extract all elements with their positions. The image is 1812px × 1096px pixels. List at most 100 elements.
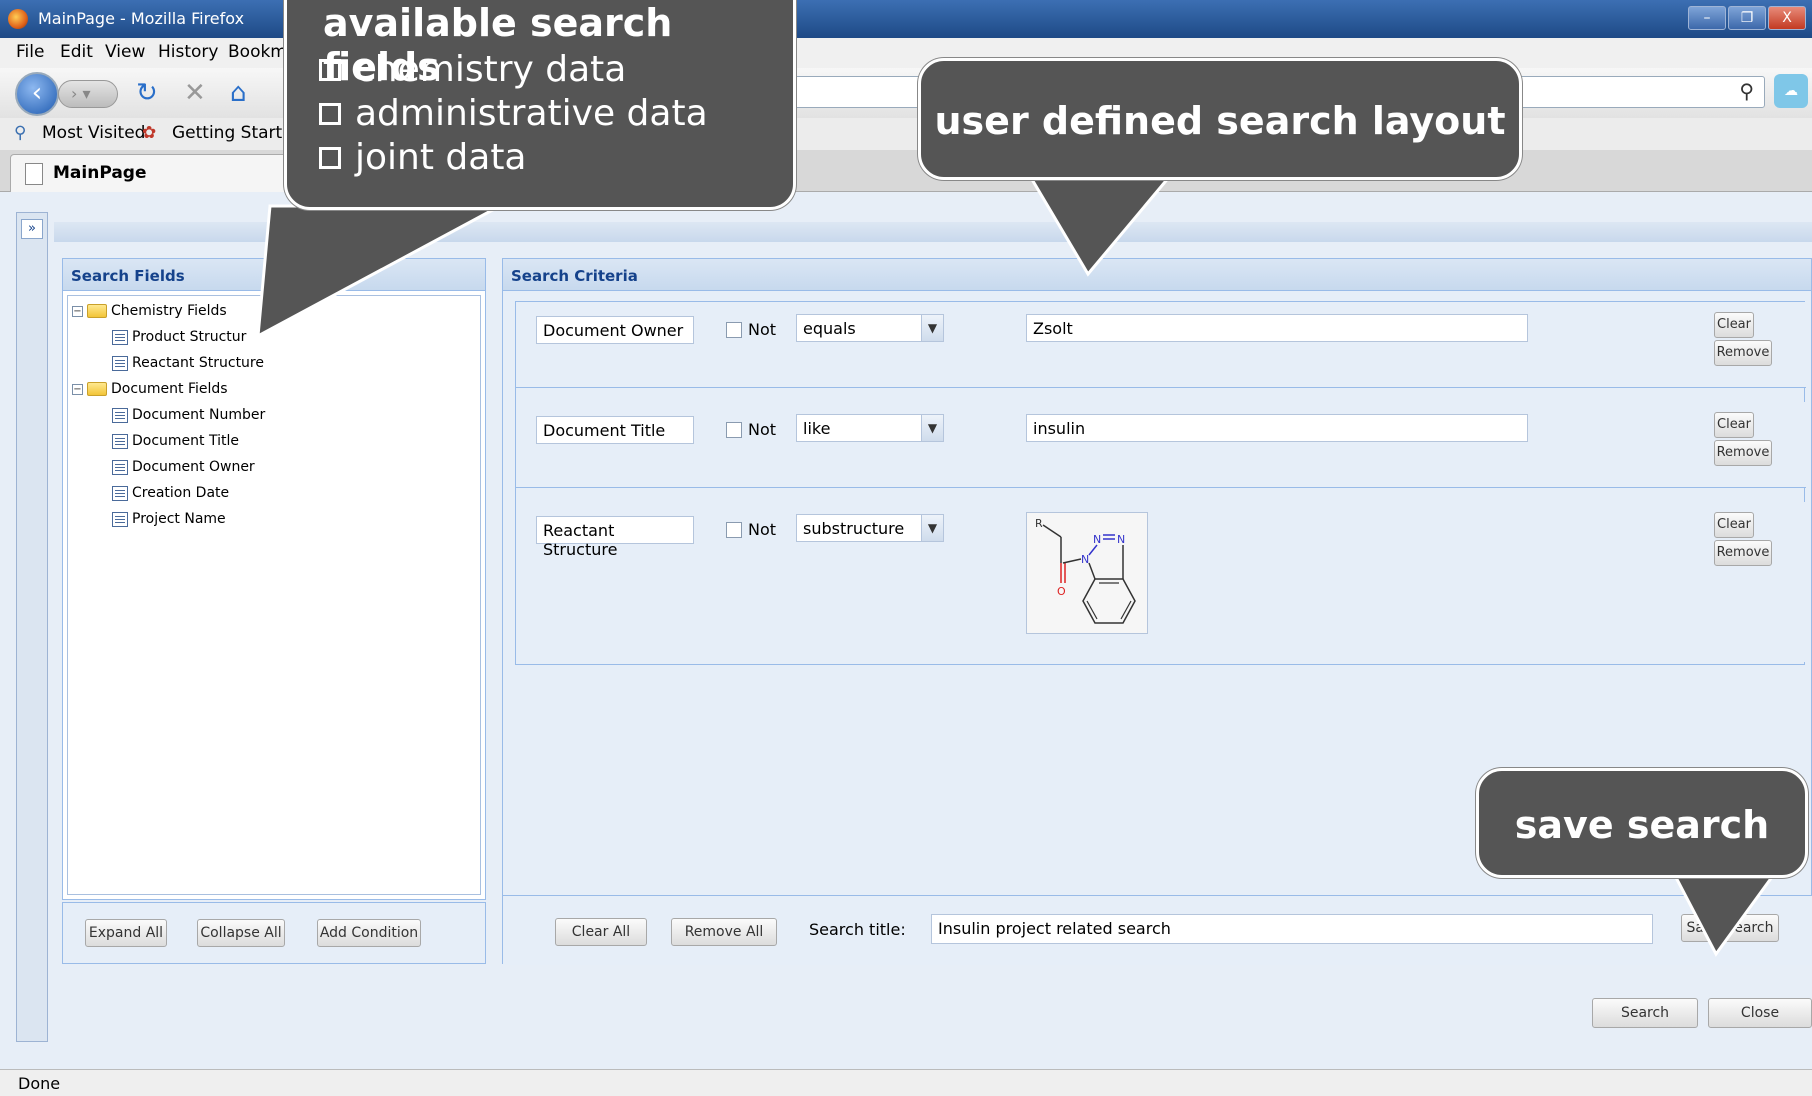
search-fields-tree: − Chemistry Fields Product Structur Reac… — [67, 295, 481, 895]
callout-search-fields: available search fields chemistry data a… — [284, 0, 796, 210]
restore-button[interactable]: ❐ — [1728, 6, 1766, 30]
search-title-input[interactable]: Insulin project related search — [931, 914, 1653, 944]
not-checkbox[interactable] — [726, 521, 742, 538]
tree-node-document-fields[interactable]: − Document Fields — [72, 378, 228, 400]
clear-button[interactable]: Clear — [1714, 312, 1754, 338]
menu-file[interactable]: File — [16, 42, 44, 62]
remove-button[interactable]: Remove — [1714, 340, 1772, 366]
search-button[interactable]: Search — [1592, 998, 1698, 1028]
tab-title: MainPage — [53, 163, 147, 183]
tree-leaf-label: Document Title — [132, 433, 239, 449]
field-icon — [112, 485, 128, 501]
structure-atom-n: N — [1117, 533, 1125, 546]
structure-atom-o: O — [1057, 585, 1066, 598]
criteria-list: Document Owner Not equals ▼ Zsolt Clear … — [515, 301, 1806, 665]
tree-leaf-reactant-structure[interactable]: Reactant Structure — [112, 352, 264, 374]
tree-node-label: Document Fields — [111, 381, 228, 397]
field-icon — [112, 407, 128, 423]
reactant-structure-image: R O N N N — [1035, 517, 1136, 624]
criteria-row: Reactant Structure Not substructure ▼ R — [516, 502, 1806, 662]
callout-search-layout: user defined search layout — [918, 58, 1522, 180]
clear-button[interactable]: Clear — [1714, 512, 1754, 538]
callout-save-search: save search — [1476, 768, 1808, 878]
remove-button[interactable]: Remove — [1714, 440, 1772, 466]
close-button[interactable]: Close — [1708, 998, 1812, 1028]
menu-history[interactable]: History — [158, 42, 218, 62]
callout-fields-pointer — [256, 204, 501, 339]
tree-leaf-label: Reactant Structure — [132, 355, 264, 371]
tree-leaf-label: Document Number — [132, 407, 266, 423]
not-checkbox-wrap[interactable]: Not — [726, 520, 776, 539]
operator-value: substructure — [803, 519, 905, 538]
callout-item-label: chemistry data — [355, 49, 627, 90]
bookmark-getting-started[interactable]: Getting Startec — [172, 123, 302, 143]
close-window-button[interactable]: X — [1768, 6, 1806, 30]
tree-node-chemistry-fields[interactable]: − Chemistry Fields — [72, 300, 227, 322]
menu-bookmarks[interactable]: Bookm — [228, 42, 287, 62]
collapse-toggle-icon[interactable]: − — [72, 383, 83, 395]
not-checkbox[interactable] — [726, 321, 742, 338]
collapsed-side-panel: » — [16, 212, 48, 1042]
bookmark-most-visited[interactable]: Most Visited — [42, 123, 145, 143]
callout-item-chemistry: chemistry data — [319, 49, 626, 90]
callout-save-text: save search — [1514, 803, 1770, 847]
field-icon — [112, 511, 128, 527]
criteria-row: Document Owner Not equals ▼ Zsolt Clear … — [516, 302, 1806, 388]
chevron-down-icon[interactable]: ▼ — [921, 315, 943, 341]
tab-mainpage[interactable]: MainPage — [10, 154, 310, 192]
search-icon[interactable]: ⚲ — [1739, 79, 1754, 103]
callout-item-joint: joint data — [319, 137, 527, 178]
operator-select[interactable]: equals ▼ — [796, 314, 944, 342]
remove-button[interactable]: Remove — [1714, 540, 1772, 566]
minimize-button[interactable]: – — [1688, 6, 1726, 30]
tree-leaf-project-name[interactable]: Project Name — [112, 508, 226, 530]
chevron-down-icon[interactable]: ▼ — [921, 515, 943, 541]
checkbox-square-icon — [319, 58, 341, 81]
tree-leaf-document-number[interactable]: Document Number — [112, 404, 265, 426]
criteria-value-input[interactable]: Zsolt — [1026, 314, 1528, 342]
add-condition-button[interactable]: Add Condition — [317, 919, 421, 947]
structure-drawing[interactable]: R O N N N — [1026, 512, 1148, 634]
chevron-down-icon[interactable]: ▼ — [921, 415, 943, 441]
callout-item-label: joint data — [355, 137, 527, 178]
structure-atom-n: N — [1093, 533, 1101, 546]
tree-leaf-product-structure[interactable]: Product Structur — [112, 326, 246, 348]
not-checkbox-wrap[interactable]: Not — [726, 420, 776, 439]
home-icon[interactable]: ⌂ — [230, 78, 247, 108]
structure-atom-r: R — [1035, 517, 1043, 530]
tree-leaf-document-owner[interactable]: Document Owner — [112, 456, 255, 478]
callout-layout-pointer — [1027, 174, 1174, 277]
collapse-toggle-icon[interactable]: − — [72, 305, 83, 317]
forward-button[interactable]: › ▾ — [58, 80, 118, 108]
operator-select[interactable]: substructure ▼ — [796, 514, 944, 542]
browser-window: MainPage - Mozilla Firefox – ❐ X File Ed… — [0, 0, 1812, 1096]
criteria-value-input[interactable]: insulin — [1026, 414, 1528, 442]
callout-item-label: administrative data — [355, 93, 708, 134]
expand-panel-icon[interactable]: » — [21, 219, 43, 239]
not-checkbox-wrap[interactable]: Not — [726, 320, 776, 339]
reload-icon[interactable]: ↻ — [136, 78, 158, 108]
collapse-all-button[interactable]: Collapse All — [197, 919, 285, 947]
tree-leaf-label: Project Name — [132, 511, 226, 527]
window-controls: – ❐ X — [1688, 6, 1806, 30]
addon-icon[interactable]: ☁ — [1774, 74, 1808, 108]
search-title-label: Search title: — [809, 920, 906, 939]
menu-view[interactable]: View — [105, 42, 145, 62]
not-label: Not — [748, 320, 777, 339]
folder-icon — [87, 304, 107, 318]
structure-atom-n: N — [1081, 553, 1089, 566]
expand-all-button[interactable]: Expand All — [85, 919, 167, 947]
tree-leaf-creation-date[interactable]: Creation Date — [112, 482, 229, 504]
back-button[interactable]: ‹ — [15, 72, 59, 116]
page-icon — [25, 163, 43, 185]
operator-select[interactable]: like ▼ — [796, 414, 944, 442]
remove-all-button[interactable]: Remove All — [671, 918, 777, 946]
tree-leaf-document-title[interactable]: Document Title — [112, 430, 239, 452]
not-checkbox[interactable] — [726, 421, 742, 438]
title-bar: MainPage - Mozilla Firefox – ❐ X — [0, 0, 1812, 38]
clear-button[interactable]: Clear — [1714, 412, 1754, 438]
menu-edit[interactable]: Edit — [60, 42, 93, 62]
operator-value: equals — [803, 319, 856, 338]
stop-icon[interactable]: ✕ — [184, 78, 206, 108]
clear-all-button[interactable]: Clear All — [555, 918, 647, 946]
